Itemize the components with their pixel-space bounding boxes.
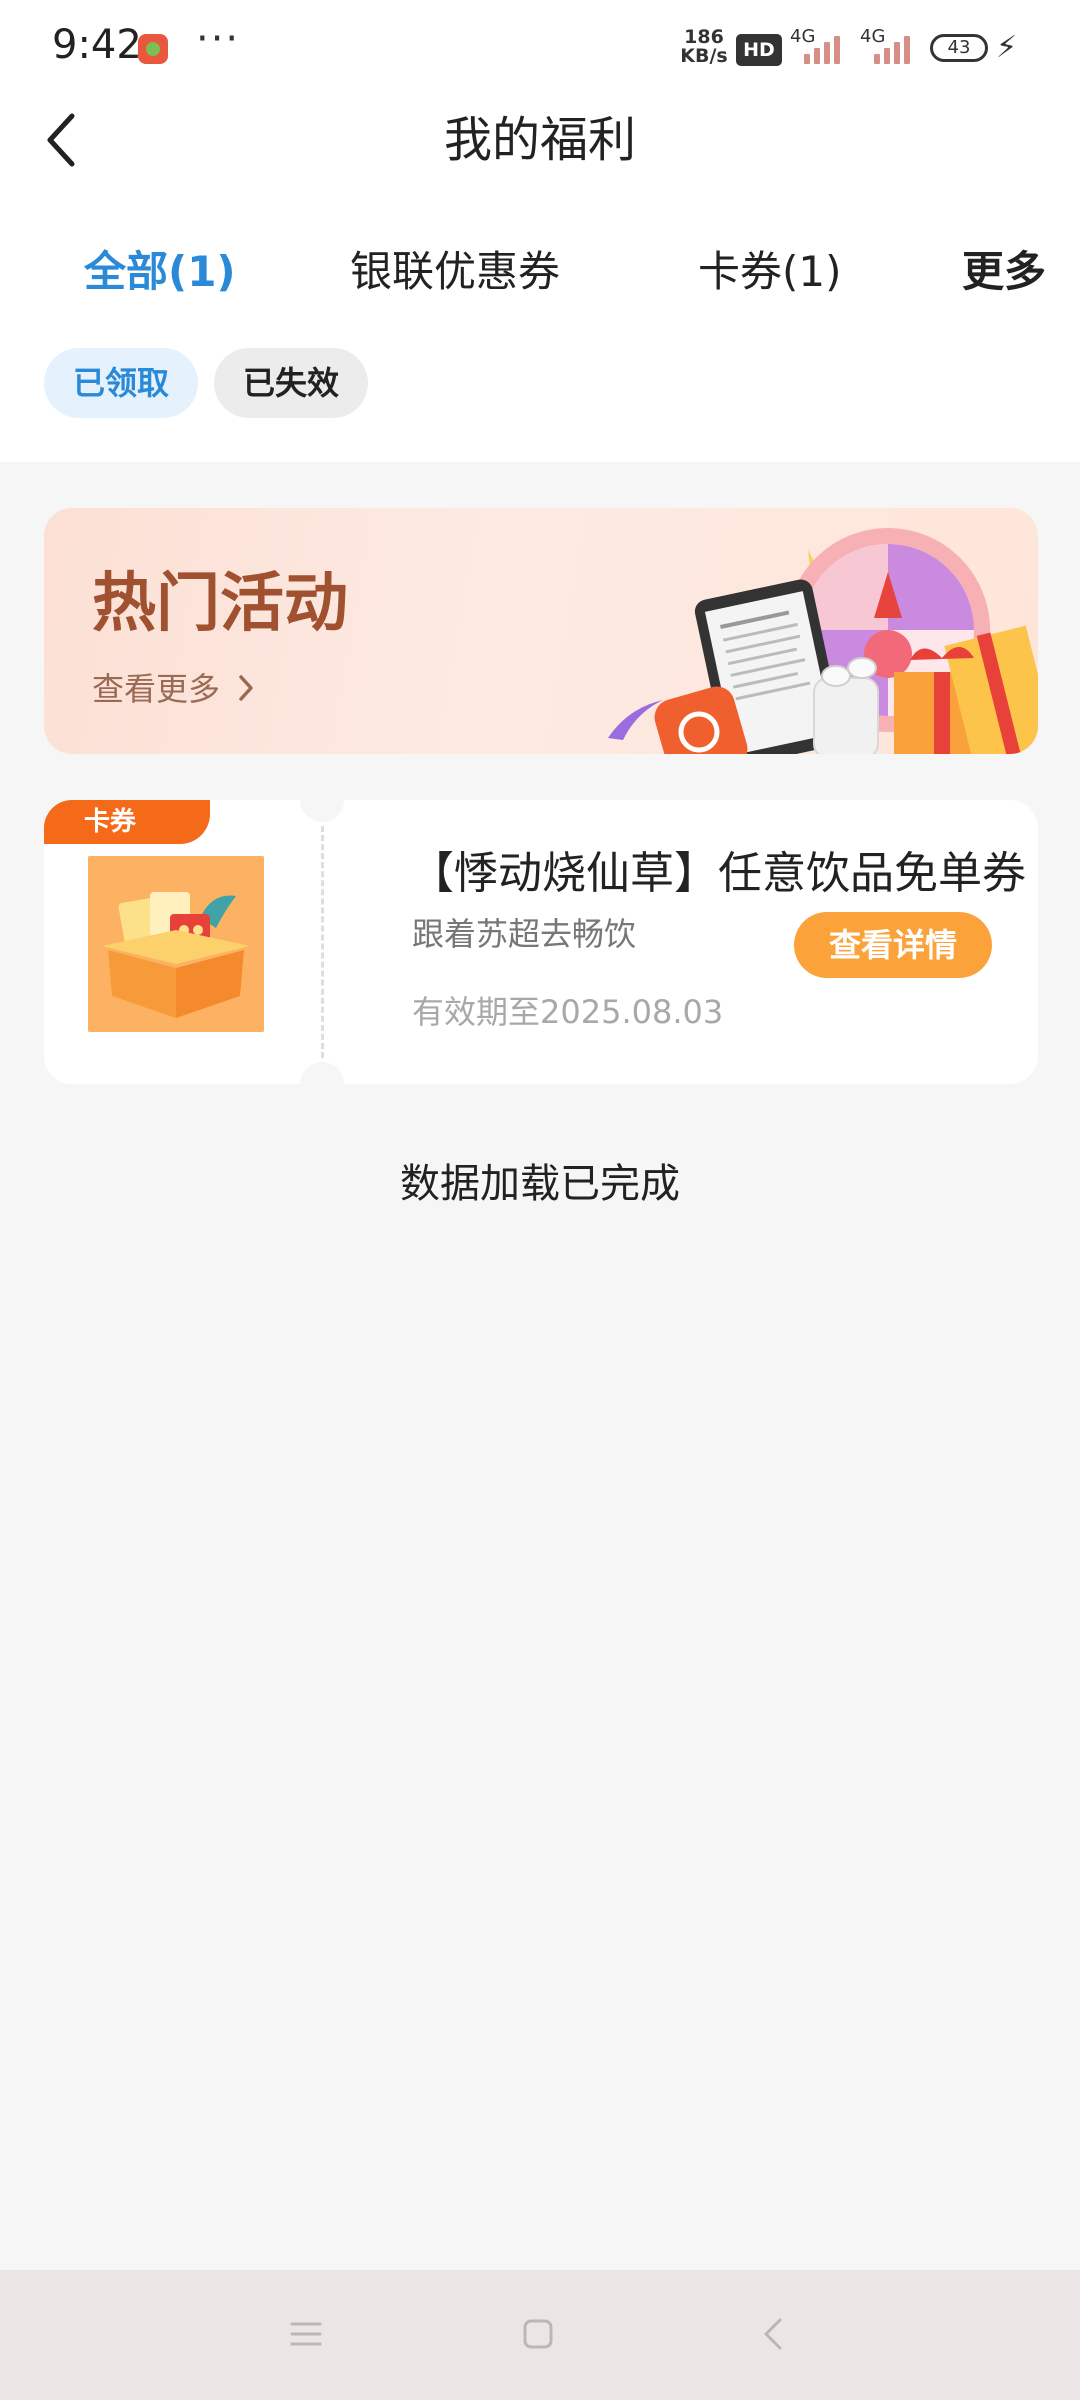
banner-more-link[interactable]: 查看更多 <box>92 664 256 710</box>
coupon-type-tag: 卡券 <box>44 800 210 844</box>
network-speed: 186 KB/s <box>676 28 732 66</box>
charging-icon: ⚡ <box>996 30 1018 65</box>
gift-box-image <box>88 856 264 1032</box>
tab-card-coupons[interactable]: 卡券(1) <box>698 244 842 300</box>
back-icon[interactable] <box>754 2314 794 2354</box>
system-nav-bar <box>0 2270 1080 2400</box>
tab-all[interactable]: 全部(1) <box>84 244 236 300</box>
signal-icon-1: 4G <box>790 26 850 66</box>
status-time: 9:42 <box>52 22 142 68</box>
chevron-right-icon <box>239 675 253 701</box>
load-status-text: 数据加载已完成 <box>400 1161 680 1207</box>
home-icon[interactable] <box>518 2314 558 2354</box>
coupon-thumbnail <box>88 856 264 1032</box>
signal-1-label: 4G <box>790 26 816 47</box>
hd-voice-icon: HD <box>736 34 782 66</box>
coupon-divider <box>321 826 324 1058</box>
signal-icon-2: 4G <box>860 26 920 66</box>
menu-icon[interactable] <box>286 2314 326 2354</box>
coupon-card[interactable]: 卡券 【悸动烧仙草】任意饮品免单券 跟着苏超去畅饮 查看详情 有效期至2025.… <box>44 778 1038 1106</box>
app-notification-icon <box>138 34 168 64</box>
tab-unionpay-coupons[interactable]: 银联优惠券 <box>350 244 560 300</box>
more-notifications-icon: ··· <box>196 16 241 62</box>
tab-more[interactable]: 更多 <box>962 244 1046 300</box>
coupon-expiry: 有效期至2025.08.03 <box>412 993 724 1031</box>
filter-expired[interactable]: 已失效 <box>214 348 368 418</box>
hot-activities-banner[interactable]: 热门活动 查看更多 <box>44 508 1038 754</box>
coupon-notch-top <box>300 778 344 822</box>
prize-illustration <box>608 528 1038 754</box>
back-arrow-icon[interactable] <box>40 108 84 172</box>
view-details-button[interactable]: 查看详情 <box>794 912 992 978</box>
coupon-title: 【悸动烧仙草】任意饮品免单券 <box>410 848 1026 899</box>
battery-icon: 43 <box>930 34 988 62</box>
page-title: 我的福利 <box>443 112 636 168</box>
banner-title: 热门活动 <box>92 567 348 641</box>
status-bar: 9:42 ··· 186 KB/s HD 4G 4G 43 ⚡ <box>0 0 1080 96</box>
filter-received[interactable]: 已领取 <box>44 348 198 418</box>
coupon-subtitle: 跟着苏超去畅饮 <box>412 915 637 953</box>
coupon-notch-bottom <box>300 1062 344 1106</box>
banner-more-label: 查看更多 <box>92 670 221 708</box>
signal-2-label: 4G <box>860 26 886 47</box>
network-speed-unit: KB/s <box>680 45 728 67</box>
